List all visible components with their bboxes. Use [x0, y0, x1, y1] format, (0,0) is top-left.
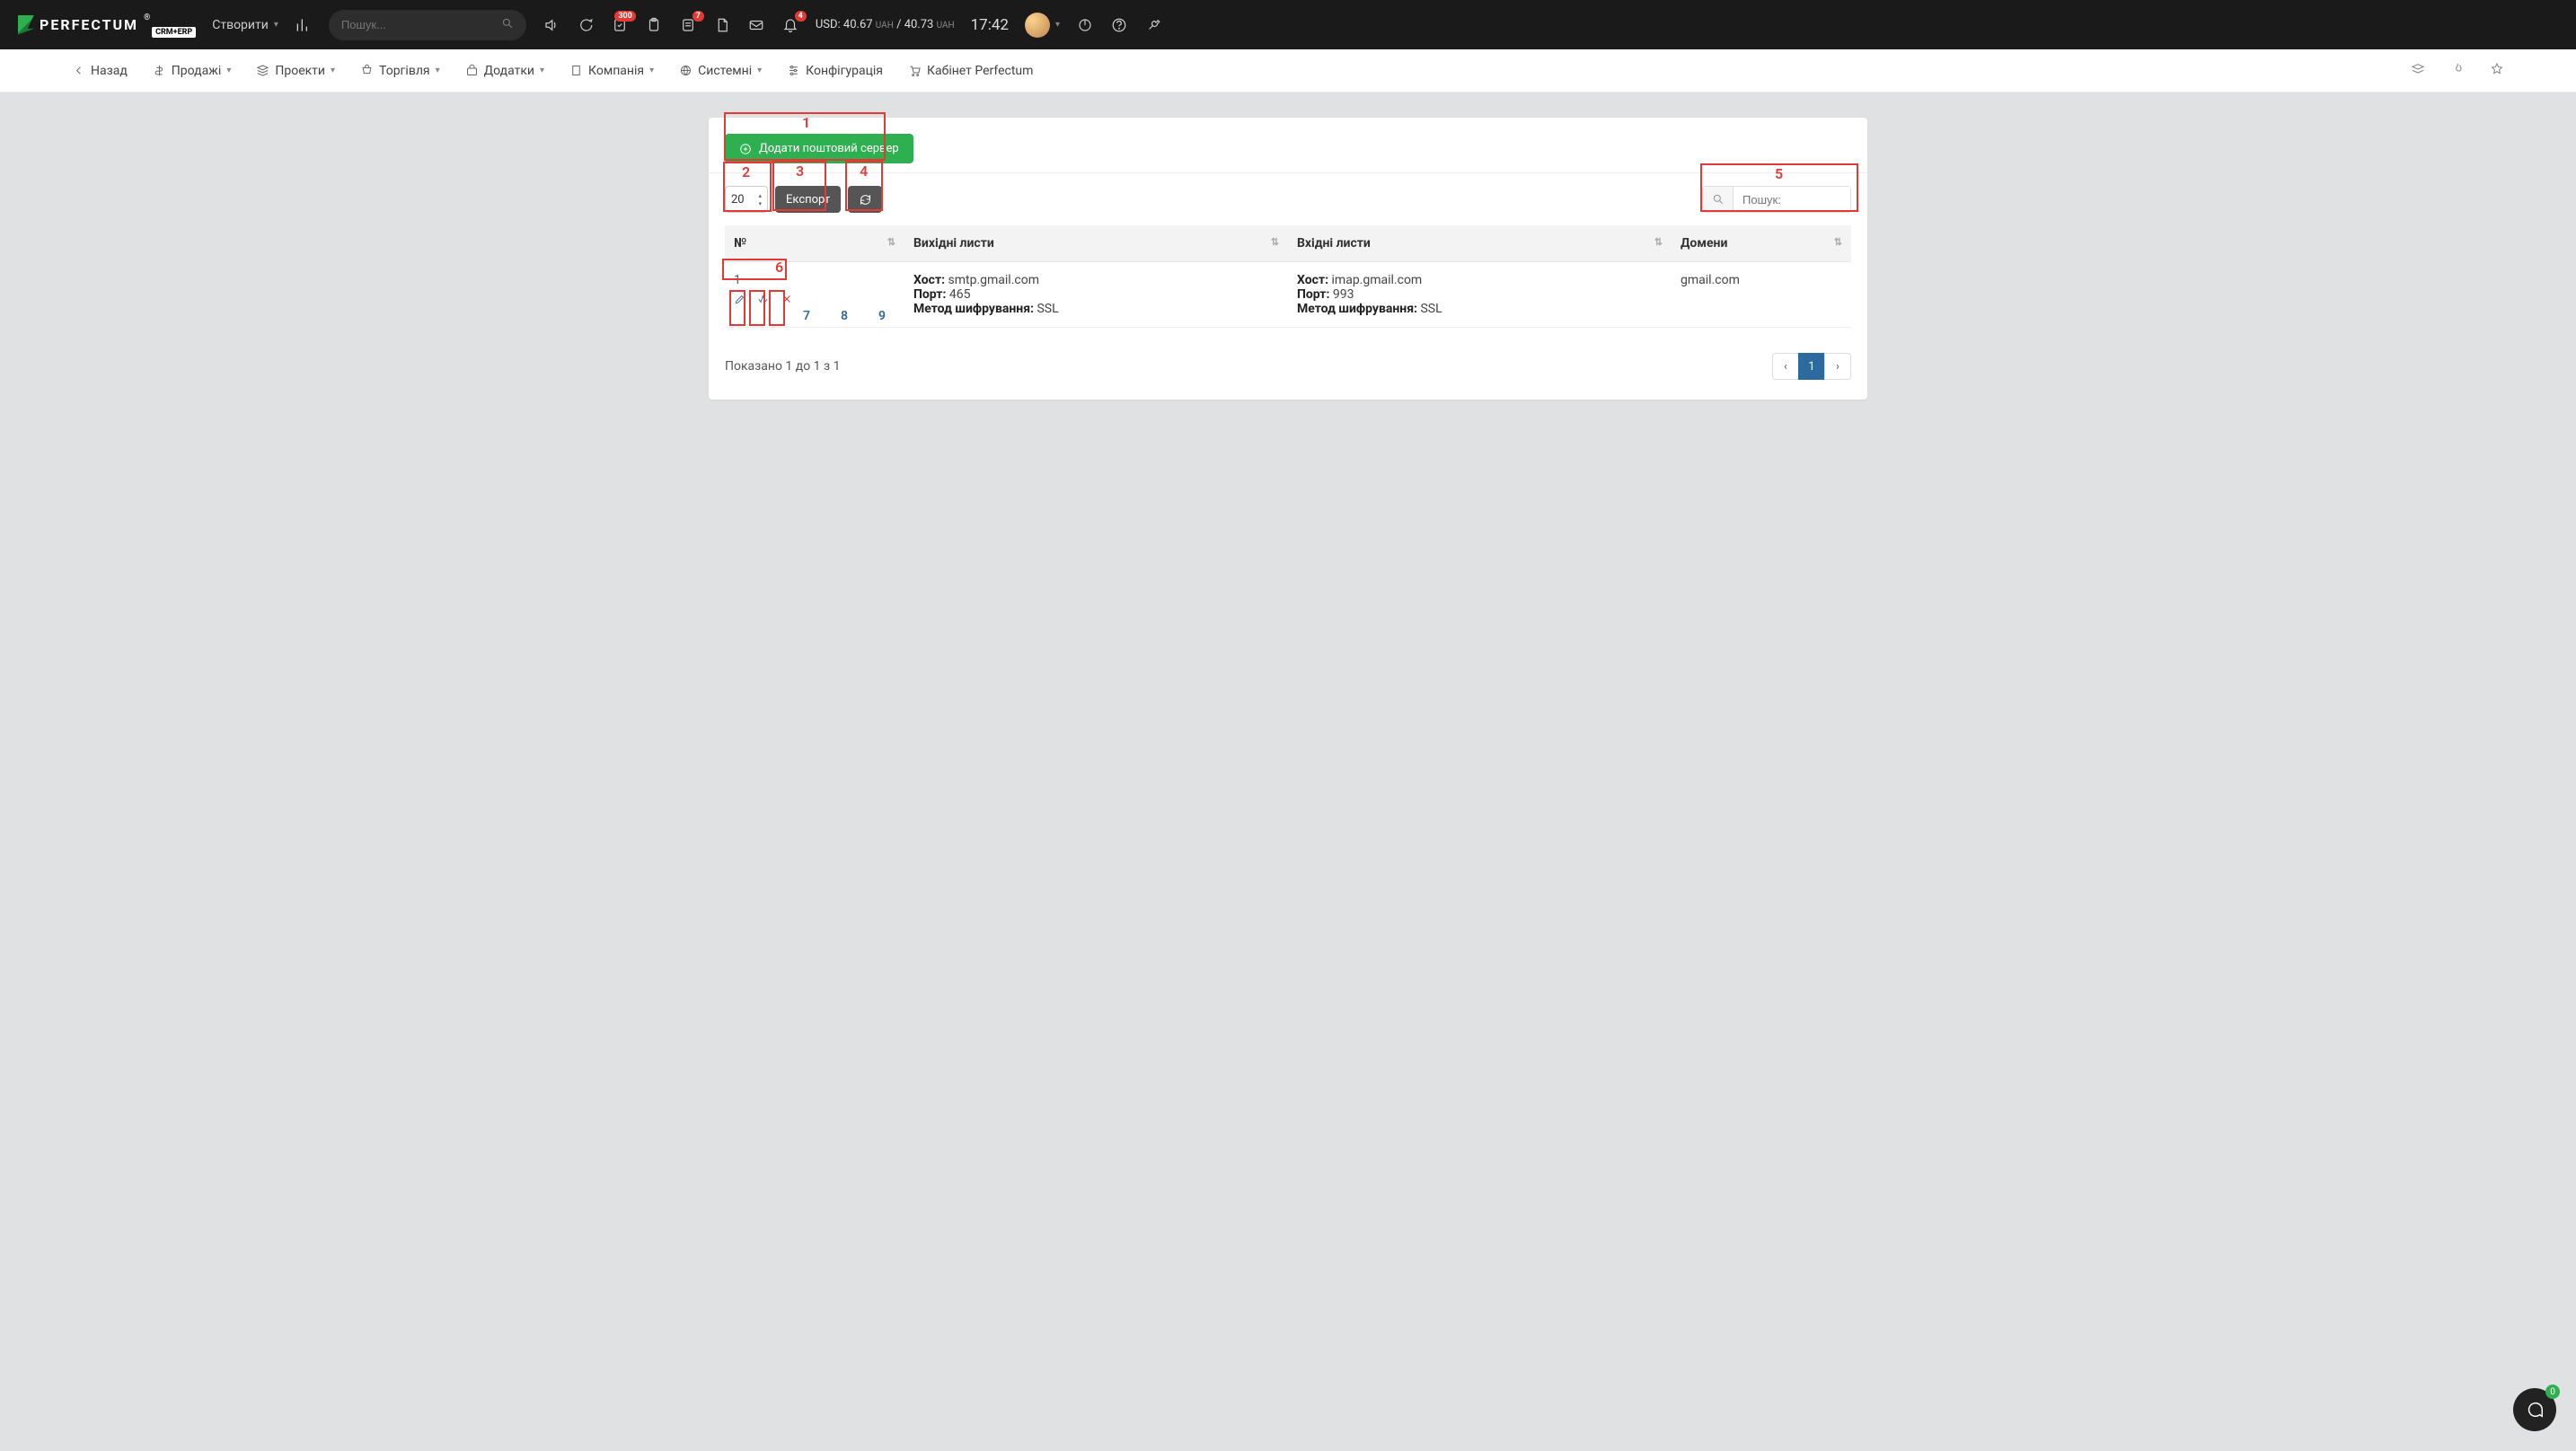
pager-page-1[interactable]: 1 — [1798, 353, 1825, 380]
global-search-input[interactable] — [341, 18, 501, 31]
annotation-1: 1 — [802, 114, 810, 131]
subnav: Назад Продажі▾ Проекти▾ Торгівля▾ Додатк… — [0, 49, 2576, 92]
layers-icon[interactable] — [2411, 62, 2425, 80]
col-domains[interactable]: Домени⇅ — [1672, 225, 1851, 262]
chat-fab-badge: 0 — [2545, 1385, 2560, 1399]
chevron-down-icon: ▾ — [274, 20, 278, 30]
annotation-6: 6 — [775, 259, 783, 276]
showing-info: Показано 1 до 1 з 1 — [725, 359, 840, 374]
add-mail-server-button[interactable]: Додати поштовий сервер 1 — [725, 134, 913, 163]
back-label: Назад — [91, 64, 128, 78]
logo-text: PERFECTUM — [40, 16, 138, 33]
refresh-button[interactable]: 4 — [848, 186, 882, 213]
sound-icon[interactable] — [543, 16, 560, 34]
create-label: Створити — [212, 18, 269, 32]
todo-icon[interactable]: 300 — [611, 16, 629, 34]
avatar[interactable] — [1025, 13, 1050, 38]
export-button[interactable]: Експорт 3 — [775, 186, 841, 213]
nav-config[interactable]: Конфігурація — [787, 64, 883, 78]
nav-company[interactable]: Компанія▾ — [569, 64, 654, 78]
annotation-8: 8 — [841, 309, 848, 325]
bell-icon[interactable]: 4 — [781, 16, 799, 34]
logo-mark-icon — [18, 15, 34, 35]
clipboard-icon[interactable] — [645, 16, 663, 34]
nav-projects[interactable]: Проекти▾ — [256, 64, 335, 78]
annotation-7: 7 — [803, 309, 810, 325]
logo-registered: ® — [144, 13, 150, 22]
chat-fab[interactable]: 0 — [2513, 1388, 2556, 1431]
search-icon — [501, 17, 514, 33]
stats-icon[interactable] — [295, 16, 313, 34]
chat-bubble-icon — [2525, 1400, 2545, 1420]
topbar: PERFECTUM ® CRM+ERP Створити ▾ 300 7 4 — [0, 0, 2576, 49]
nav-trade[interactable]: Торгівля▾ — [360, 64, 440, 78]
wrench-icon[interactable] — [1144, 16, 1162, 34]
annotation-9: 9 — [878, 309, 886, 325]
row-domain: gmail.com — [1681, 273, 1740, 287]
table-footer: Показано 1 до 1 з 1 ‹ 1 › — [709, 340, 1867, 400]
star-icon[interactable] — [2490, 62, 2504, 80]
nav-cabinet[interactable]: Кабінет Perfectum — [908, 64, 1033, 78]
annotation-2: 2 — [742, 163, 750, 180]
logo-subtitle: CRM+ERP — [152, 27, 196, 38]
global-search[interactable] — [329, 10, 526, 40]
back-link[interactable]: Назад — [72, 64, 128, 78]
pager-next[interactable]: › — [1824, 353, 1851, 380]
mail-servers-table: №⇅ Вихідні листи⇅ Вхідні листи⇅ Домени⇅ — [725, 225, 1851, 328]
table-row: 1 6 — [725, 262, 1851, 328]
nav-system[interactable]: Системні▾ — [679, 64, 762, 78]
clock: 17:42 — [971, 16, 1009, 34]
nav-addons[interactable]: Додатки▾ — [465, 64, 544, 78]
create-menu[interactable]: Створити ▾ — [212, 18, 278, 32]
logo[interactable]: PERFECTUM ® CRM+ERP — [18, 15, 196, 35]
annotation-4: 4 — [860, 163, 868, 180]
chat-icon[interactable] — [577, 16, 595, 34]
table-toolbar: 20 ▴▾ 2 Експорт 3 4 5 — [709, 172, 1867, 225]
pager: ‹ 1 › — [1772, 353, 1851, 380]
currency-display: USD: 40.67 UAH / 40.73 UAH — [816, 18, 955, 31]
avatar-chevron-icon[interactable]: ▾ — [1055, 20, 1060, 30]
nav-sales[interactable]: Продажі▾ — [153, 64, 232, 78]
annotation-5: 5 — [1775, 165, 1783, 182]
todo-badge: 300 — [614, 11, 636, 22]
main-panel: Додати поштовий сервер 1 20 ▴▾ 2 Експорт… — [709, 118, 1867, 400]
page-size-select[interactable]: 20 ▴▾ 2 — [725, 186, 768, 213]
pager-prev[interactable]: ‹ — [1772, 353, 1799, 380]
fire-icon[interactable] — [2450, 62, 2465, 80]
file-icon[interactable] — [713, 16, 731, 34]
col-incoming[interactable]: Вхідні листи⇅ — [1288, 225, 1672, 262]
col-outgoing[interactable]: Вихідні листи⇅ — [904, 225, 1288, 262]
notes-badge: 7 — [693, 11, 704, 22]
power-icon[interactable] — [1076, 16, 1094, 34]
notes-icon[interactable]: 7 — [679, 16, 697, 34]
annotation-3: 3 — [796, 163, 804, 180]
help-icon[interactable] — [1110, 16, 1128, 34]
col-number[interactable]: №⇅ — [725, 225, 904, 262]
bell-badge: 4 — [795, 11, 807, 22]
mail-icon[interactable] — [747, 16, 765, 34]
table-search[interactable]: 5 — [1702, 186, 1851, 213]
